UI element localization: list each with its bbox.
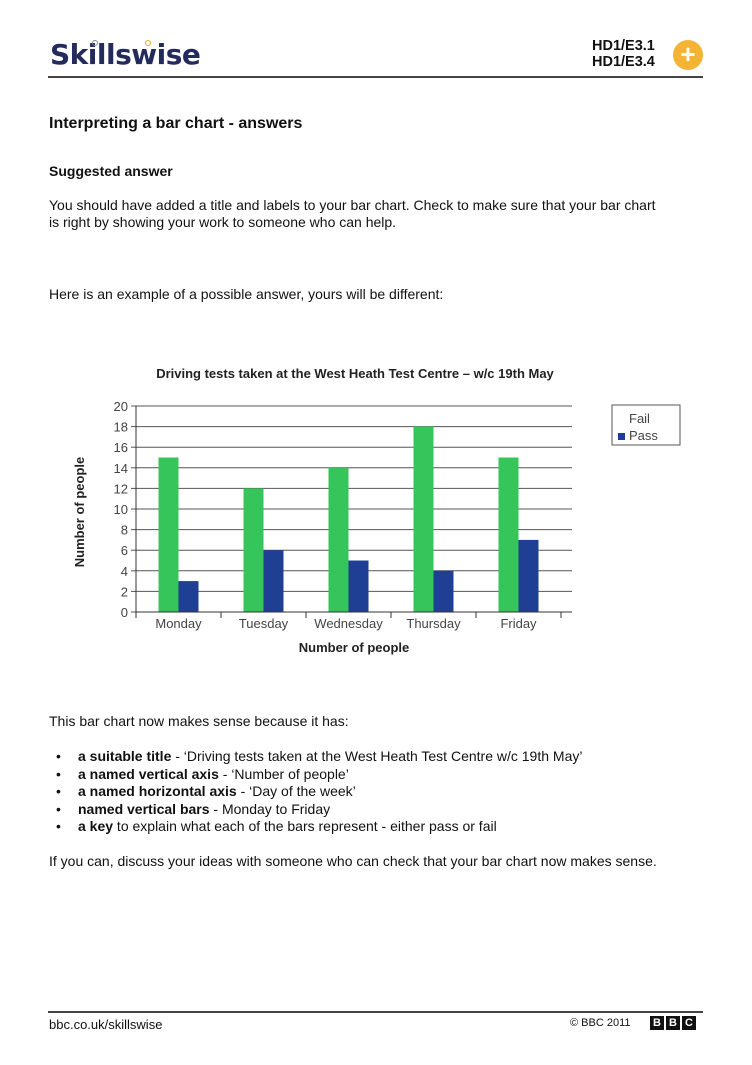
footer-divider [48,1011,703,1013]
bar-fail-monday [158,457,179,612]
y-tick-label: 6 [121,543,128,558]
bar-fail-wednesday [328,467,349,612]
bar-pass-monday [178,581,199,612]
x-tick-label: Monday [155,616,202,631]
x-tick-label: Friday [500,616,537,631]
section-heading: Suggested answer [49,163,173,179]
curriculum-code: HD1/E3.4 [592,54,655,70]
page-title: Interpreting a bar chart - answers [49,115,303,132]
y-tick-label: 8 [121,523,128,538]
bbc-logo-block: C [682,1016,696,1030]
list-item-term: a key [78,818,114,835]
logo-dot-icon [92,40,98,46]
x-axis-label: Number of people [299,640,410,655]
list-item-text: to explain what each of the bars represe… [113,818,497,835]
skillswise-logo: Skillswise [50,38,201,71]
copyright: © BBC 2011 [570,1017,631,1029]
logo-plus-dot-icon [145,40,151,46]
legend-label-fail: Fail [629,411,650,426]
list-item-text: - ‘Driving tests taken at the West Heath… [171,748,583,764]
list-item-text: - ‘Number of people’ [218,765,349,782]
list-item-text: - Monday to Friday [209,800,331,817]
bbc-logo-block: B [666,1016,680,1030]
makes-sense-text: This bar chart now makes sense because i… [49,713,349,729]
list-item-term: a suitable title [78,748,172,764]
header-divider [48,76,703,78]
y-tick-label: 4 [121,564,128,579]
chart-legend: Fail Pass [611,404,681,446]
y-axis-label: Number of people [72,457,87,568]
bar-pass-friday [518,539,539,612]
intro-line: is right by showing your work to someone… [49,214,397,230]
bar-fail-thursday [413,426,434,612]
example-text: Here is an example of a possible answer,… [49,286,444,302]
bbc-logo-block: B [650,1016,664,1030]
y-axis-ticks: 0 2 4 6 8 10 12 14 16 18 20 [114,399,136,620]
legend-label-pass: Pass [629,428,658,443]
legend-swatch-pass [618,433,625,440]
list-item-term: a named vertical axis [78,765,219,782]
bar-pass-thursday [433,570,454,612]
bar-pass-tuesday [263,550,284,612]
footer-url[interactable]: bbc.co.uk/skillswise [49,1017,162,1032]
bbc-logo: B B C [650,1016,696,1030]
y-tick-label: 2 [121,584,128,599]
x-tick-label: Tuesday [239,616,289,631]
y-tick-label: 16 [114,440,128,455]
chart-title: Driving tests taken at the West Heath Te… [156,366,554,381]
list-item: named vertical bars - Monday to Friday [56,801,582,819]
y-tick-label: 10 [114,502,128,517]
list-item-text: - ‘Day of the week’ [236,783,356,800]
bar-fail-friday [498,457,519,612]
x-tick-label: Thursday [406,616,461,631]
list-item-term: named vertical bars [78,800,210,817]
bars [158,426,539,612]
y-tick-label: 0 [121,605,128,620]
bar-pass-wednesday [348,560,369,612]
y-tick-label: 14 [114,461,128,476]
y-tick-label: 20 [114,399,128,414]
intro-line: You should have added a title and labels… [49,197,656,213]
bar-chart: Driving tests taken at the West Heath Te… [72,366,681,655]
y-tick-label: 18 [114,420,128,435]
list-item-term: a named horizontal axis [78,783,237,800]
list-item: a suitable title - ‘Driving tests taken … [56,748,582,766]
curriculum-codes: HD1/E3.1 HD1/E3.4 [592,38,655,70]
closing-text: If you can, discuss your ideas with some… [49,853,657,869]
list-item: a named horizontal axis - ‘Day of the we… [56,783,582,801]
plus-icon: + [673,40,703,70]
curriculum-code: HD1/E3.1 [592,38,655,54]
x-tick-label: Wednesday [314,616,383,631]
list-item: a named vertical axis - ‘Number of peopl… [56,766,582,784]
bar-fail-tuesday [243,488,264,612]
intro-paragraph: You should have added a title and labels… [49,197,719,231]
criteria-list: a suitable title - ‘Driving tests taken … [56,748,582,836]
list-item: a key to explain what each of the bars r… [56,818,582,836]
y-tick-label: 12 [114,481,128,496]
